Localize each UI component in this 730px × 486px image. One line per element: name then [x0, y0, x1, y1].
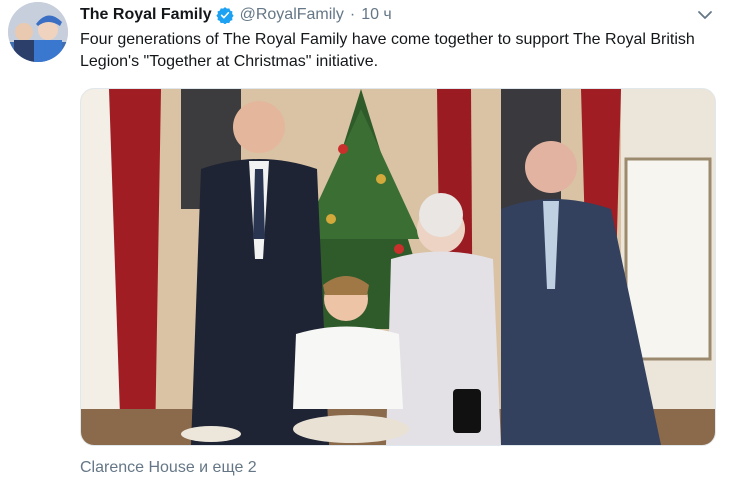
- chevron-down-icon[interactable]: [696, 6, 714, 24]
- tweet-photo[interactable]: [80, 88, 716, 446]
- user-handle[interactable]: @RoyalFamily: [240, 6, 344, 24]
- tweet-text: Four generations of The Royal Family hav…: [80, 31, 695, 70]
- tweet[interactable]: The Royal Family @RoyalFamily · 10 ч Fou…: [0, 0, 730, 486]
- location-tag[interactable]: Clarence House и еще 2: [80, 459, 257, 477]
- tweet-header: The Royal Family @RoyalFamily · 10 ч: [80, 4, 392, 26]
- display-name[interactable]: The Royal Family: [80, 6, 212, 24]
- photo-image: [81, 89, 715, 445]
- avatar-image: [8, 2, 68, 62]
- separator-dot: ·: [349, 6, 356, 23]
- timestamp[interactable]: 10 ч: [361, 6, 392, 24]
- avatar[interactable]: [8, 2, 68, 62]
- verified-badge-icon: [215, 6, 234, 25]
